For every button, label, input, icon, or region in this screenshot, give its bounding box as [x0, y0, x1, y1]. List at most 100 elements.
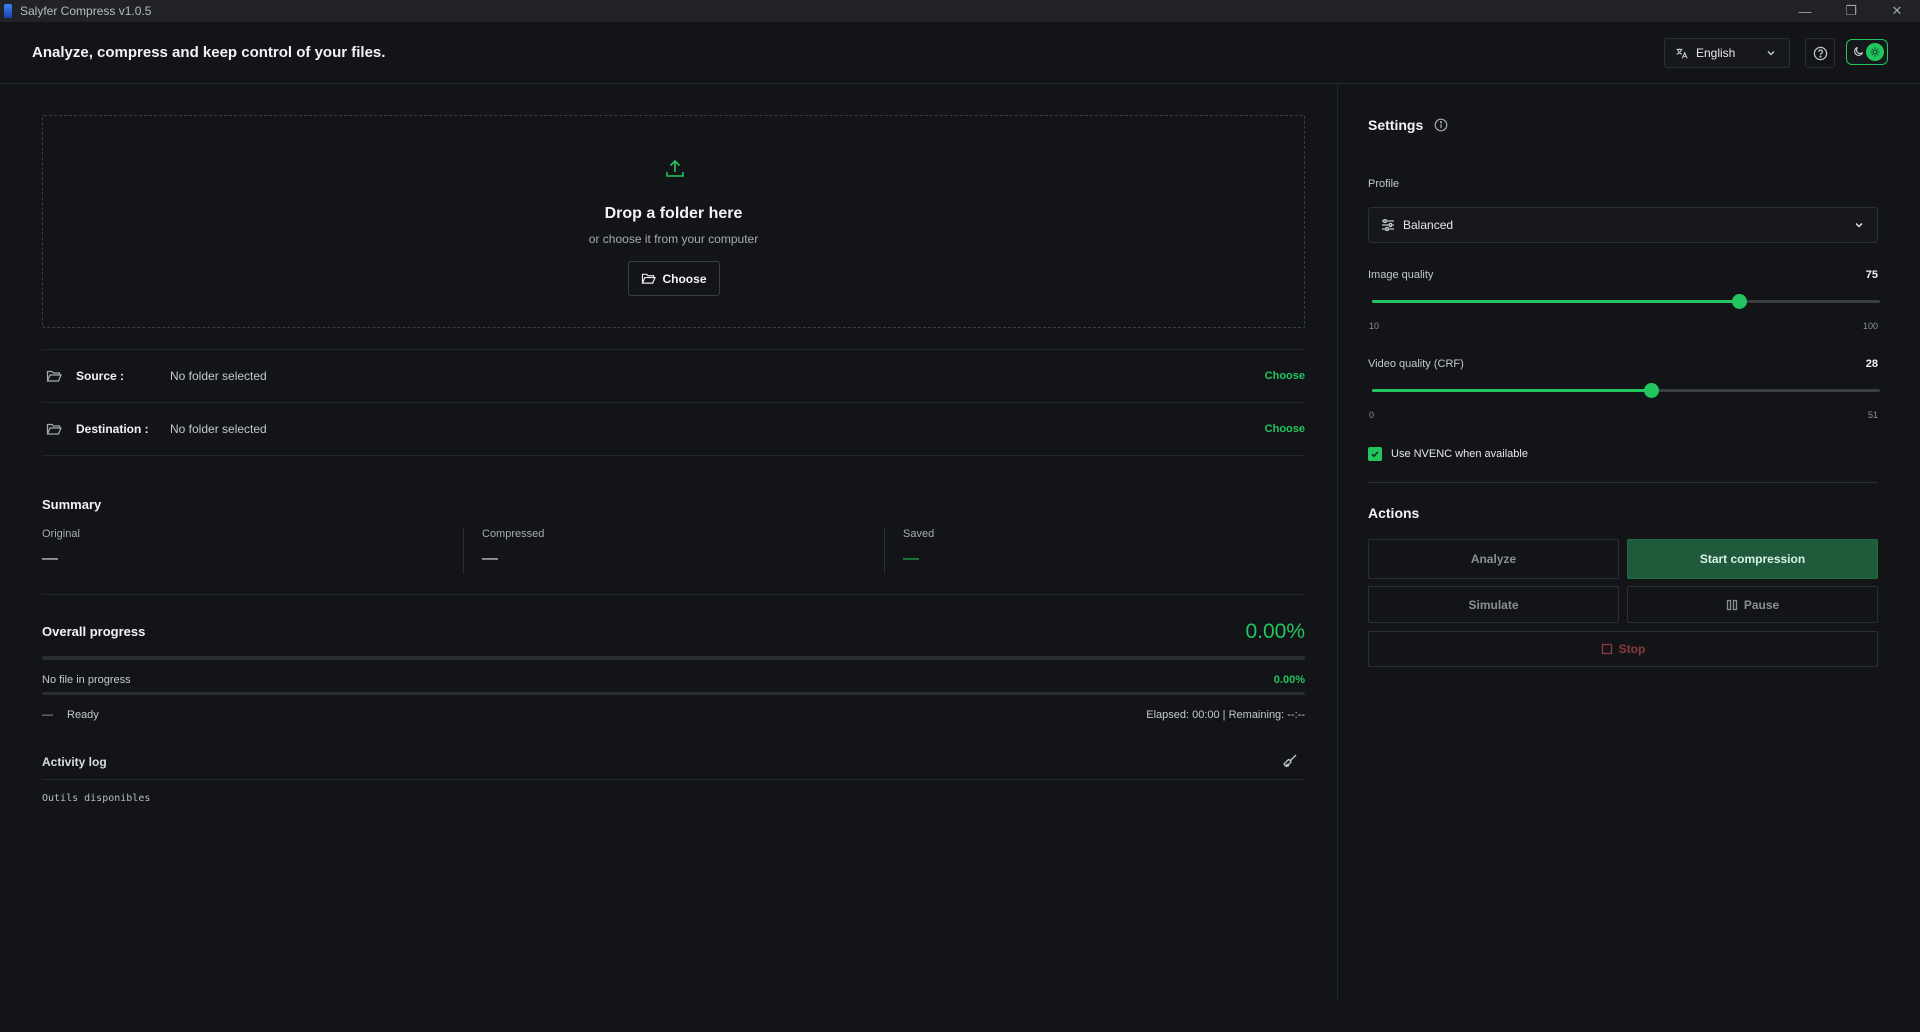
panel-separator	[1337, 84, 1338, 1000]
divider	[42, 594, 1305, 595]
image-quality-value: 75	[1865, 269, 1878, 281]
help-icon	[1813, 46, 1828, 61]
compressed-value: —	[482, 550, 498, 567]
simulate-label: Simulate	[1468, 597, 1519, 612]
check-icon	[1370, 449, 1380, 459]
image-quality-fill	[1372, 300, 1739, 303]
pause-button[interactable]: Pause	[1627, 586, 1878, 623]
summary-saved: Saved —	[884, 528, 1305, 574]
analyze-label: Analyze	[1470, 552, 1517, 566]
app-header: Analyze, compress and keep control of yo…	[0, 22, 1920, 84]
upload-icon	[664, 158, 686, 183]
image-quality-label: Image quality	[1368, 269, 1434, 281]
chevron-down-icon	[1853, 219, 1865, 234]
video-quality-value: 28	[1865, 358, 1878, 370]
chevron-down-icon	[1765, 47, 1777, 62]
source-row: Source : No folder selected Choose	[42, 349, 1305, 402]
window-titlebar: Salyfer Compress v1.0.5 — ❐ ✕	[0, 0, 1920, 22]
start-compression-button[interactable]: Start compression	[1627, 539, 1878, 579]
image-quality-slider[interactable]	[1372, 294, 1880, 309]
language-value: English	[1696, 46, 1736, 60]
status-dash: —	[42, 709, 53, 721]
start-compression-label: Start compression	[1699, 552, 1806, 566]
folder-open-icon	[641, 272, 657, 285]
nvenc-checkbox[interactable]	[1368, 447, 1382, 461]
activity-log-title: Activity log	[42, 755, 107, 769]
compressed-label: Compressed	[482, 528, 545, 540]
simulate-button[interactable]: Simulate	[1368, 586, 1619, 623]
video-quality-label: Video quality (CRF)	[1368, 358, 1464, 370]
log-line: Outils disponibles	[42, 793, 151, 804]
folder-icon	[46, 369, 68, 383]
source-value: No folder selected	[170, 369, 267, 383]
sliders-icon	[1381, 219, 1395, 231]
theme-toggle[interactable]	[1846, 39, 1888, 65]
overall-progress-percent: 0.00%	[1245, 620, 1305, 643]
translate-icon	[1675, 47, 1688, 60]
file-progress-bar	[42, 692, 1305, 695]
info-icon[interactable]	[1434, 118, 1448, 135]
saved-value: —	[903, 550, 919, 567]
clear-log-button[interactable]	[1282, 753, 1298, 772]
profile-select[interactable]: Balanced	[1368, 207, 1878, 243]
file-progress-text: No file in progress	[42, 674, 131, 686]
choose-folder-label: Choose	[662, 271, 707, 286]
divider	[42, 779, 1305, 780]
video-quality-slider[interactable]	[1372, 383, 1880, 398]
app-icon	[4, 4, 12, 18]
analyze-button[interactable]: Analyze	[1368, 539, 1619, 579]
destination-choose-link[interactable]: Choose	[1265, 423, 1305, 435]
dropzone-subtitle: or choose it from your computer	[588, 232, 759, 246]
video-quality-fill	[1372, 389, 1651, 392]
profile-value: Balanced	[1403, 218, 1454, 232]
language-select[interactable]: English	[1664, 38, 1790, 68]
divider	[1368, 482, 1878, 483]
close-button[interactable]: ✕	[1874, 0, 1920, 22]
restore-button[interactable]: ❐	[1828, 0, 1874, 22]
saved-label: Saved	[903, 528, 935, 540]
original-value: —	[42, 550, 58, 567]
original-label: Original	[42, 528, 80, 540]
file-progress-percent: 0.00%	[1273, 674, 1305, 686]
image-quality-min: 10	[1369, 321, 1380, 331]
dropzone-title: Drop a folder here	[604, 205, 743, 222]
sun-icon	[1866, 43, 1884, 61]
window-controls: — ❐ ✕	[1782, 0, 1920, 22]
moon-icon	[1853, 45, 1865, 60]
timing-text: Elapsed: 00:00 | Remaining: --:--	[1146, 709, 1305, 721]
pause-label: Pause	[1743, 597, 1780, 612]
page-title: Analyze, compress and keep control of yo…	[32, 44, 386, 61]
window-title: Salyfer Compress v1.0.5	[20, 4, 152, 18]
overall-progress-bar	[42, 656, 1305, 660]
image-quality-thumb[interactable]	[1731, 294, 1747, 309]
overall-progress-title: Overall progress	[42, 624, 146, 639]
video-quality-min: 0	[1369, 410, 1375, 420]
stop-button[interactable]: Stop	[1368, 631, 1878, 667]
summary-title: Summary	[42, 497, 102, 512]
nvenc-label[interactable]: Use NVENC when available	[1391, 448, 1528, 460]
summary-compressed: Compressed —	[463, 528, 884, 574]
destination-row: Destination : No folder selected Choose	[42, 402, 1305, 455]
video-quality-max: 51	[1867, 410, 1878, 420]
stop-label: Stop	[1618, 642, 1646, 656]
stop-icon	[1601, 643, 1613, 655]
divider	[42, 455, 1305, 456]
summary-original: Original —	[42, 528, 462, 574]
choose-folder-button[interactable]: Choose	[628, 261, 720, 296]
folder-dropzone[interactable]: Drop a folder here or choose it from you…	[42, 115, 1305, 328]
image-quality-max: 100	[1862, 321, 1878, 331]
pause-icon	[1726, 599, 1738, 611]
settings-title: Settings	[1368, 117, 1424, 133]
minimize-button[interactable]: —	[1782, 0, 1828, 22]
status-text: Ready	[67, 709, 99, 721]
folder-icon	[46, 422, 68, 436]
help-button[interactable]	[1805, 38, 1835, 68]
destination-label: Destination :	[76, 422, 149, 436]
source-label: Source :	[76, 369, 125, 383]
actions-title: Actions	[1368, 505, 1420, 521]
source-choose-link[interactable]: Choose	[1265, 370, 1305, 382]
video-quality-thumb[interactable]	[1643, 383, 1659, 398]
broom-icon	[1282, 753, 1298, 769]
profile-label: Profile	[1368, 178, 1400, 190]
destination-value: No folder selected	[170, 422, 267, 436]
